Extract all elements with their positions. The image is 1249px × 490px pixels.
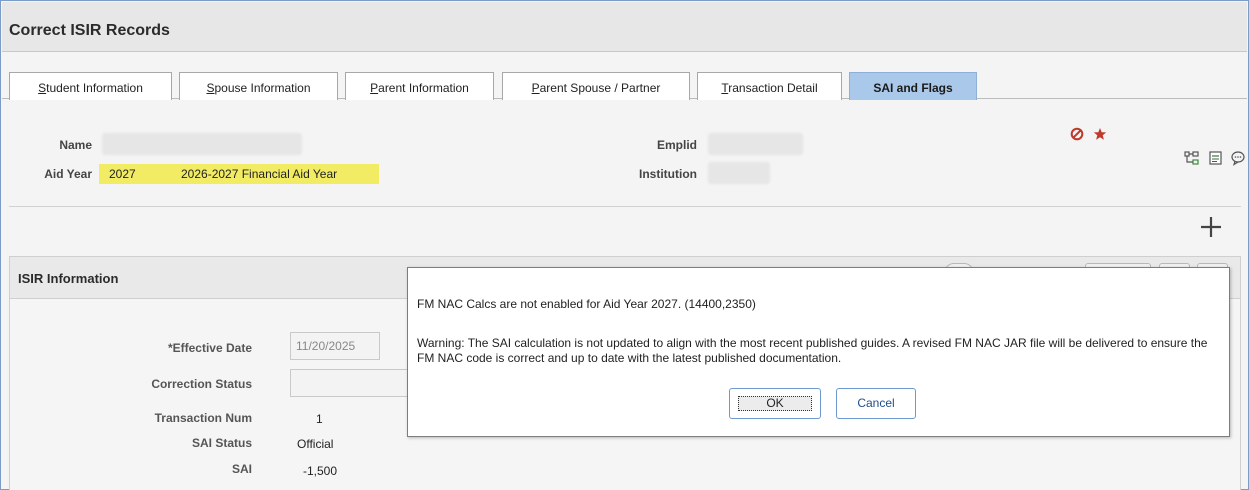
institution-value-redacted [708, 162, 770, 184]
transaction-num-value: 1 [316, 412, 323, 426]
related-content-icon[interactable] [1184, 150, 1200, 166]
title-bar: Correct ISIR Records [2, 2, 1247, 52]
sai-label: SAI [231, 462, 252, 476]
dialog-message-warning: Warning: The SAI calculation is not upda… [417, 336, 1208, 365]
message-dialog: FM NAC Calcs are not enabled for Aid Yea… [407, 267, 1230, 437]
name-label: Name [59, 138, 92, 152]
sai-status-value: Official [297, 437, 334, 451]
page-title: Correct ISIR Records [9, 22, 170, 39]
page-frame: Correct ISIR Records Student Information… [0, 0, 1249, 490]
emplid-value-redacted [708, 133, 803, 155]
tab-spouse-information[interactable]: Spouse Information [179, 72, 338, 103]
aid-year-value: 2027 [109, 167, 136, 181]
star-icon[interactable] [1093, 127, 1107, 141]
key-header: Name Aid Year 2027 2026-2027 Financial A… [2, 100, 1247, 210]
cancel-button[interactable]: Cancel [836, 388, 916, 419]
add-icon[interactable] [1200, 216, 1222, 238]
emplid-label: Emplid [656, 138, 697, 152]
correction-status-label: Correction Status [151, 377, 252, 391]
sai-status-label: SAI Status [191, 436, 252, 450]
tab-sai-and-flags[interactable]: SAI and Flags [849, 72, 977, 103]
add-row [2, 207, 1247, 253]
tab-parent-information[interactable]: Parent Information [345, 72, 494, 103]
tab-transaction-detail[interactable]: Transaction Detail [697, 72, 842, 103]
name-value-redacted [102, 133, 302, 155]
comment-icon[interactable] [1230, 150, 1246, 166]
dialog-message-error: FM NAC Calcs are not enabled for Aid Yea… [417, 297, 756, 311]
aid-year-label: Aid Year [44, 167, 92, 181]
tab-student-information[interactable]: Student Information [9, 72, 172, 103]
sai-value: -1,500 [303, 464, 338, 478]
isir-section-title: ISIR Information [18, 271, 119, 286]
ok-button[interactable]: OK [729, 388, 821, 419]
aid-year-description: 2026-2027 Financial Aid Year [181, 167, 338, 181]
effective-date-field[interactable]: 11/20/2025 [290, 332, 380, 360]
transaction-num-label: Transaction Num [154, 411, 252, 425]
prohibited-icon[interactable] [1070, 127, 1084, 141]
tab-parent-spouse-partner[interactable]: Parent Spouse / Partner [502, 72, 690, 103]
notepad-icon[interactable] [1208, 150, 1224, 166]
institution-label: Institution [639, 167, 697, 181]
tab-strip: Student Information Spouse Information P… [2, 52, 1247, 103]
effective-date-label: *Effective Date [167, 341, 252, 355]
correction-status-field[interactable] [290, 369, 410, 397]
